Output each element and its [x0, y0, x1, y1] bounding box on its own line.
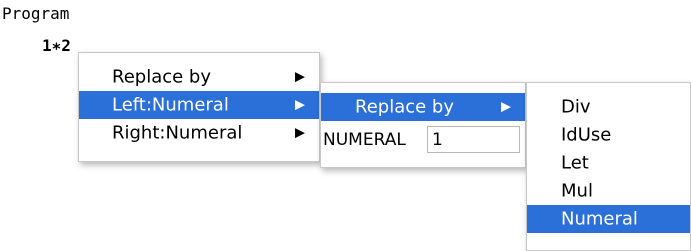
- submenu-arrow-icon: ▶: [295, 125, 305, 141]
- menu-item-left-numeral[interactable]: Left:Numeral ▶: [79, 91, 319, 119]
- menu-item-let[interactable]: Let: [527, 149, 690, 177]
- menu-item-iduse[interactable]: IdUse: [527, 121, 690, 149]
- submenu-arrow-icon: ▶: [295, 97, 305, 113]
- numeral-input[interactable]: [427, 126, 520, 153]
- left-numeral-submenu: Replace by ▶ NUMERAL: [320, 82, 526, 168]
- menu-item-div[interactable]: Div: [527, 93, 690, 121]
- menu-item-label: IdUse: [561, 124, 612, 146]
- menu-item-label: Left:Numeral: [112, 94, 229, 116]
- menu-item-label: Right:Numeral: [112, 122, 243, 144]
- menu-item-label: Numeral: [561, 208, 638, 230]
- program-title: Program: [2, 4, 70, 23]
- numeral-label: NUMERAL: [323, 130, 406, 150]
- menu-item-right-numeral[interactable]: Right:Numeral ▶: [79, 119, 319, 147]
- submenu-arrow-icon: ▶: [295, 69, 305, 85]
- replace-by-submenu: Div IdUse Let Mul Numeral: [526, 82, 691, 251]
- menu-item-label: Let: [561, 152, 589, 174]
- menu-item-replace-by[interactable]: Replace by ▶: [79, 63, 319, 91]
- expression-node[interactable]: 1∗2: [42, 36, 71, 55]
- submenu-arrow-icon: ▶: [501, 99, 511, 115]
- menu-item-label: Mul: [561, 180, 593, 202]
- numeral-field-row: NUMERAL: [321, 125, 527, 155]
- menu-item-label: Replace by: [355, 96, 454, 118]
- menu-item-numeral[interactable]: Numeral: [527, 205, 690, 233]
- context-menu: Replace by ▶ Left:Numeral ▶ Right:Numera…: [78, 52, 320, 162]
- menu-item-label: Div: [561, 96, 591, 118]
- menu-item-replace-by[interactable]: Replace by ▶: [321, 93, 525, 121]
- menu-item-mul[interactable]: Mul: [527, 177, 690, 205]
- menu-item-label: Replace by: [112, 66, 211, 88]
